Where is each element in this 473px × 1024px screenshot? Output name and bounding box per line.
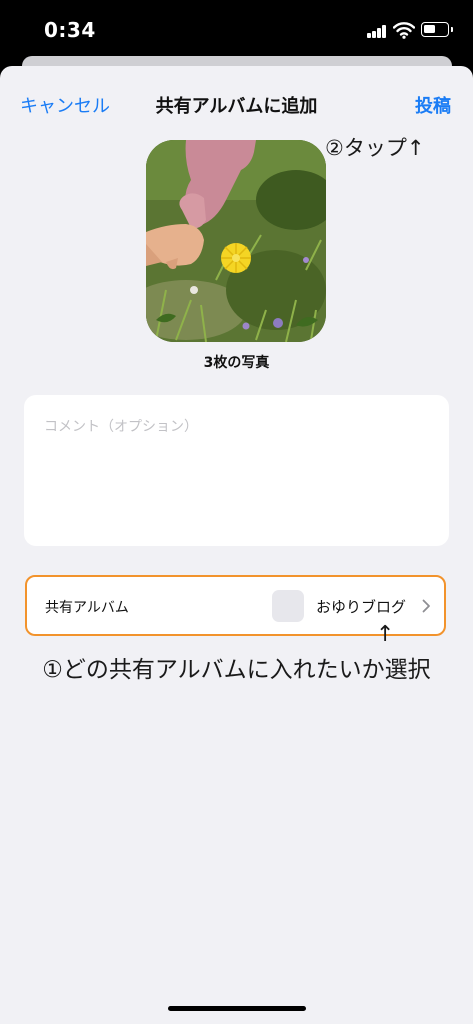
comment-field[interactable]: コメント（オプション） (24, 395, 449, 546)
annotation-arrow: ↑ (376, 622, 395, 647)
signal-icon (367, 25, 387, 38)
share-sheet: 共有アルバムに追加 キャンセル 投稿 ②タップ↑ 3枚の写真 コメント（オプショ… (0, 66, 473, 1024)
comment-placeholder: コメント（オプション） (44, 419, 198, 435)
status-time: 0:34 (44, 18, 96, 42)
cancel-button[interactable]: キャンセル (20, 92, 110, 118)
photo-count: 3枚の写真 (203, 355, 270, 371)
photo-preview[interactable] (146, 140, 326, 342)
annotation-tap: ②タップ↑ (325, 136, 425, 160)
status-bar: 0:34 (0, 0, 473, 60)
screen: 0:34 共有アルバムに追加 キャンセル 投稿 ②タップ↑ 3枚の写真 コメント… (0, 0, 473, 1024)
photo-image (146, 140, 326, 342)
shared-album-label: 共有アルバム (45, 600, 129, 616)
annotation-select: ①どの共有アルバムに入れたいか選択 (42, 657, 431, 683)
album-thumbnail (272, 590, 304, 622)
post-button[interactable]: 投稿 (415, 92, 451, 118)
selected-album-name: おゆりブログ (316, 598, 407, 616)
chevron-right-icon (422, 599, 430, 613)
battery-icon (421, 22, 453, 37)
home-indicator[interactable] (168, 1006, 306, 1011)
wifi-icon (393, 22, 415, 39)
